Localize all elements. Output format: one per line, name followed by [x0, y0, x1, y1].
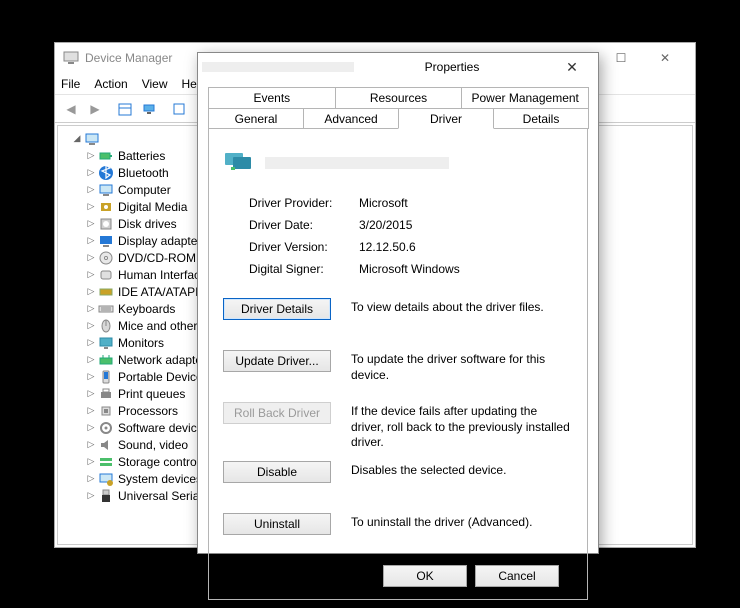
- tab-events[interactable]: Events: [208, 87, 336, 108]
- tree-node-label: Display adapters: [118, 234, 207, 248]
- disable-desc: Disables the selected device.: [351, 461, 573, 479]
- disable-button[interactable]: Disable: [223, 461, 331, 483]
- tree-node-label: IDE ATA/ATAPI: [118, 285, 198, 299]
- tree-node-label: Computer: [118, 183, 171, 197]
- signer-value: Microsoft Windows: [359, 262, 573, 276]
- driver-tab-panel: Driver Provider: Microsoft Driver Date: …: [208, 128, 588, 600]
- provider-value: Microsoft: [359, 196, 573, 210]
- usb-icon: [98, 488, 114, 504]
- parent-title: Device Manager: [85, 51, 172, 65]
- menu-file[interactable]: File: [61, 77, 80, 91]
- tab-power-management[interactable]: Power Management: [461, 87, 589, 108]
- forward-button[interactable]: ▶: [83, 97, 107, 121]
- tab-driver[interactable]: Driver: [398, 108, 494, 129]
- uninstall-button[interactable]: Uninstall: [223, 513, 331, 535]
- display-icon: [98, 233, 114, 249]
- back-button[interactable]: ◀: [59, 97, 83, 121]
- tree-node-label: Disk drives: [118, 217, 177, 231]
- menu-view[interactable]: View: [142, 77, 168, 91]
- tree-node-label: System devices: [118, 472, 202, 486]
- tree-node-label: Print queues: [118, 387, 185, 401]
- toolbar-btn-3[interactable]: [167, 97, 191, 121]
- driver-details-desc: To view details about the driver files.: [351, 298, 573, 316]
- tree-node-label: Digital Media: [118, 200, 187, 214]
- cpu-icon: [98, 403, 114, 419]
- tree-node-label: Processors: [118, 404, 178, 418]
- close-button[interactable]: ✕: [643, 44, 687, 72]
- sound-icon: [98, 437, 114, 453]
- battery-icon: [98, 148, 114, 164]
- date-label: Driver Date:: [249, 218, 349, 232]
- monitor-icon: [98, 335, 114, 351]
- dialog-title: Properties: [354, 60, 550, 74]
- tree-node-label: DVD/CD-ROM: [118, 251, 196, 265]
- tree-node-label: Mice and other: [118, 319, 197, 333]
- mouse-icon: [98, 318, 114, 334]
- tab-resources[interactable]: Resources: [335, 87, 463, 108]
- tree-node-label: Portable Devices: [118, 370, 209, 384]
- tree-node-label: Bluetooth: [118, 166, 169, 180]
- software-icon: [98, 420, 114, 436]
- tree-node-label: Monitors: [118, 336, 164, 350]
- provider-label: Driver Provider:: [249, 196, 349, 210]
- maximize-button[interactable]: ☐: [599, 44, 643, 72]
- tree-node-label: Sound, video: [118, 438, 188, 452]
- computer-icon: [98, 182, 114, 198]
- printer-icon: [98, 386, 114, 402]
- disk-icon: [98, 216, 114, 232]
- driver-details-button[interactable]: Driver Details: [223, 298, 331, 320]
- tab-details[interactable]: Details: [493, 108, 589, 129]
- ide-icon: [98, 284, 114, 300]
- tree-node-label: Batteries: [118, 149, 165, 163]
- uninstall-desc: To uninstall the driver (Advanced).: [351, 513, 573, 531]
- hid-icon: [98, 267, 114, 283]
- update-driver-button[interactable]: Update Driver...: [223, 350, 331, 372]
- media-icon: [98, 199, 114, 215]
- portable-icon: [98, 369, 114, 385]
- roll-back-driver-desc: If the device fails after updating the d…: [351, 402, 573, 451]
- device-manager-icon: [63, 49, 79, 68]
- roll-back-driver-button: Roll Back Driver: [223, 402, 331, 424]
- cancel-button[interactable]: Cancel: [475, 565, 559, 587]
- tree-node-label: Software devices: [118, 421, 209, 435]
- dialog-close-button[interactable]: ✕: [550, 53, 594, 81]
- device-name-redacted: [202, 62, 354, 72]
- toolbar-btn-1[interactable]: [113, 97, 137, 121]
- dialog-titlebar[interactable]: Properties ✕: [198, 53, 598, 81]
- device-icon: [223, 145, 255, 180]
- driver-info: Driver Provider: Microsoft Driver Date: …: [249, 196, 573, 276]
- ok-button[interactable]: OK: [383, 565, 467, 587]
- properties-dialog: Properties ✕ Events Resources Power Mana…: [197, 52, 599, 554]
- device-name-redacted-large: [265, 157, 449, 169]
- storage-icon: [98, 454, 114, 470]
- dvd-icon: [98, 250, 114, 266]
- network-icon: [98, 352, 114, 368]
- update-driver-desc: To update the driver software for this d…: [351, 350, 573, 383]
- tree-node-label: Human Interface: [118, 268, 207, 282]
- system-icon: [98, 471, 114, 487]
- tab-general[interactable]: General: [208, 108, 304, 129]
- tabstrip: Events Resources Power Management Genera…: [208, 87, 588, 129]
- tree-node-label: Keyboards: [118, 302, 175, 316]
- signer-label: Digital Signer:: [249, 262, 349, 276]
- date-value: 3/20/2015: [359, 218, 573, 232]
- toolbar-btn-2[interactable]: [137, 97, 161, 121]
- version-label: Driver Version:: [249, 240, 349, 254]
- keyboard-icon: [98, 301, 114, 317]
- version-value: 12.12.50.6: [359, 240, 573, 254]
- bluetooth-icon: [98, 165, 114, 181]
- tree-node-label: Universal Serial: [118, 489, 202, 503]
- menu-action[interactable]: Action: [94, 77, 127, 91]
- tab-advanced[interactable]: Advanced: [303, 108, 399, 129]
